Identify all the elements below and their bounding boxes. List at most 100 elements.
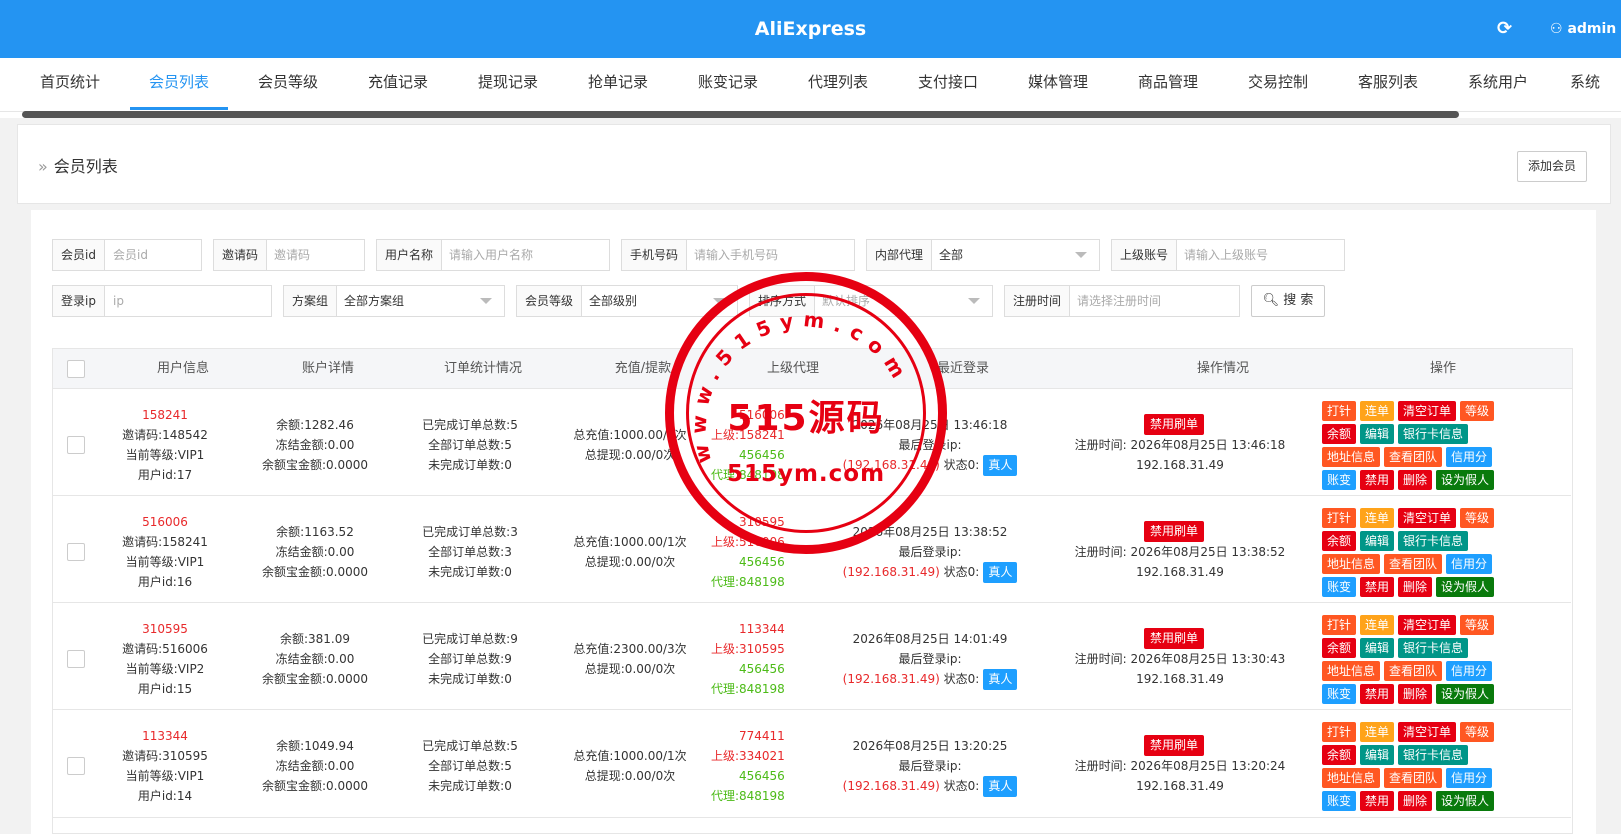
tab-account-changes[interactable]: 账变记录	[680, 58, 776, 110]
edit-button[interactable]: 编辑	[1360, 531, 1395, 551]
disable-button[interactable]: 禁用	[1360, 791, 1395, 811]
tab-agents[interactable]: 代理列表	[790, 58, 886, 110]
sort-select[interactable]: 排序方式 默认排序	[749, 285, 993, 317]
login-ip-input[interactable]: ip	[105, 286, 124, 316]
balance-button[interactable]: 余额	[1322, 638, 1357, 658]
user-uid[interactable]: 158241	[105, 405, 225, 425]
select-all-checkbox[interactable]	[67, 360, 85, 378]
balance-button[interactable]: 余额	[1322, 424, 1357, 444]
address-button[interactable]: 地址信息	[1322, 447, 1381, 467]
register-time-input[interactable]: 请选择注册时间	[1069, 286, 1161, 316]
set-fake-button[interactable]: 设为假人	[1436, 470, 1495, 490]
row-checkbox[interactable]	[67, 757, 85, 775]
tab-withdraw[interactable]: 提现记录	[460, 58, 556, 110]
level-button[interactable]: 等级	[1460, 722, 1495, 742]
view-team-button[interactable]: 查看团队	[1384, 661, 1443, 681]
inject-button[interactable]: 打针	[1322, 722, 1357, 742]
credit-score-button[interactable]: 信用分	[1446, 554, 1493, 574]
login-ip-field[interactable]: 登录ip ip	[52, 285, 272, 317]
tab-system[interactable]: 系统	[1560, 58, 1621, 110]
refresh-icon[interactable]: ⟳	[1497, 18, 1512, 39]
view-team-button[interactable]: 查看团队	[1384, 768, 1443, 788]
account-change-button[interactable]: 账变	[1322, 577, 1357, 597]
clear-orders-button[interactable]: 清空订单	[1398, 401, 1457, 421]
credit-score-button[interactable]: 信用分	[1446, 447, 1493, 467]
view-team-button[interactable]: 查看团队	[1384, 554, 1443, 574]
level-button[interactable]: 等级	[1460, 508, 1495, 528]
bank-info-button[interactable]: 银行卡信息	[1398, 745, 1469, 765]
bank-info-button[interactable]: 银行卡信息	[1398, 638, 1469, 658]
internal-agent-select[interactable]: 内部代理 全部	[866, 239, 1100, 271]
tab-trade-control[interactable]: 交易控制	[1230, 58, 1326, 110]
delete-button[interactable]: 删除	[1398, 470, 1433, 490]
tab-products[interactable]: 商品管理	[1120, 58, 1216, 110]
inject-button[interactable]: 打针	[1322, 401, 1357, 421]
set-fake-button[interactable]: 设为假人	[1436, 577, 1495, 597]
username-input[interactable]: 请输入用户名称	[441, 240, 533, 270]
member-id-field[interactable]: 会员id 会员id	[52, 239, 202, 271]
tab-grab-orders[interactable]: 抢单记录	[570, 58, 666, 110]
address-button[interactable]: 地址信息	[1322, 661, 1381, 681]
search-button[interactable]: 🔍︎ 搜 索	[1251, 285, 1325, 317]
member-level-select[interactable]: 会员等级 全部级别	[516, 285, 738, 317]
register-time-field[interactable]: 注册时间 请选择注册时间	[1004, 285, 1240, 317]
view-team-button[interactable]: 查看团队	[1384, 447, 1443, 467]
nav-scrollbar[interactable]	[22, 111, 1459, 118]
delete-button[interactable]: 删除	[1398, 684, 1433, 704]
credit-score-button[interactable]: 信用分	[1446, 661, 1493, 681]
parent-account-field[interactable]: 上级账号 请输入上级账号	[1111, 239, 1345, 271]
edit-button[interactable]: 编辑	[1360, 638, 1395, 658]
phone-input[interactable]: 请输入手机号码	[686, 240, 778, 270]
disable-button[interactable]: 禁用	[1360, 470, 1395, 490]
row-checkbox[interactable]	[67, 436, 85, 454]
edit-button[interactable]: 编辑	[1360, 745, 1395, 765]
tab-home-stats[interactable]: 首页统计	[22, 58, 118, 110]
account-change-button[interactable]: 账变	[1322, 684, 1357, 704]
chain-order-button[interactable]: 连单	[1360, 401, 1395, 421]
inject-button[interactable]: 打针	[1322, 508, 1357, 528]
set-fake-button[interactable]: 设为假人	[1436, 684, 1495, 704]
invite-code-field[interactable]: 邀请码 邀请码	[213, 239, 365, 271]
chain-order-button[interactable]: 连单	[1360, 615, 1395, 635]
user-menu[interactable]: ⚇ admin	[1550, 21, 1616, 37]
bank-info-button[interactable]: 银行卡信息	[1398, 424, 1469, 444]
inject-button[interactable]: 打针	[1322, 615, 1357, 635]
tab-payment[interactable]: 支付接口	[900, 58, 996, 110]
user-uid[interactable]: 113344	[105, 726, 225, 746]
invite-code-input[interactable]: 邀请码	[266, 240, 310, 270]
clear-orders-button[interactable]: 清空订单	[1398, 508, 1457, 528]
credit-score-button[interactable]: 信用分	[1446, 768, 1493, 788]
user-uid[interactable]: 310595	[105, 619, 225, 639]
disable-button[interactable]: 禁用	[1360, 684, 1395, 704]
add-member-button[interactable]: 添加会员	[1517, 151, 1587, 182]
tab-media[interactable]: 媒体管理	[1010, 58, 1106, 110]
set-fake-button[interactable]: 设为假人	[1436, 791, 1495, 811]
account-change-button[interactable]: 账变	[1322, 791, 1357, 811]
chain-order-button[interactable]: 连单	[1360, 722, 1395, 742]
chain-order-button[interactable]: 连单	[1360, 508, 1395, 528]
balance-button[interactable]: 余额	[1322, 531, 1357, 551]
delete-button[interactable]: 删除	[1398, 791, 1433, 811]
member-id-input[interactable]: 会员id	[105, 240, 148, 270]
tab-member-level[interactable]: 会员等级	[240, 58, 336, 110]
address-button[interactable]: 地址信息	[1322, 768, 1381, 788]
row-checkbox[interactable]	[67, 650, 85, 668]
clear-orders-button[interactable]: 清空订单	[1398, 615, 1457, 635]
disable-order-badge[interactable]: 禁用刷单	[1144, 735, 1205, 756]
disable-button[interactable]: 禁用	[1360, 577, 1395, 597]
edit-button[interactable]: 编辑	[1360, 424, 1395, 444]
username-field[interactable]: 用户名称 请输入用户名称	[376, 239, 610, 271]
tab-support[interactable]: 客服列表	[1340, 58, 1436, 110]
plan-group-select[interactable]: 方案组 全部方案组	[283, 285, 505, 317]
clear-orders-button[interactable]: 清空订单	[1398, 722, 1457, 742]
tab-system-users[interactable]: 系统用户	[1450, 58, 1546, 110]
account-change-button[interactable]: 账变	[1322, 470, 1357, 490]
phone-field[interactable]: 手机号码 请输入手机号码	[621, 239, 855, 271]
delete-button[interactable]: 删除	[1398, 577, 1433, 597]
disable-order-badge[interactable]: 禁用刷单	[1144, 521, 1205, 542]
balance-button[interactable]: 余额	[1322, 745, 1357, 765]
user-uid[interactable]: 516006	[105, 512, 225, 532]
level-button[interactable]: 等级	[1460, 615, 1495, 635]
level-button[interactable]: 等级	[1460, 401, 1495, 421]
parent-account-input[interactable]: 请输入上级账号	[1176, 240, 1268, 270]
